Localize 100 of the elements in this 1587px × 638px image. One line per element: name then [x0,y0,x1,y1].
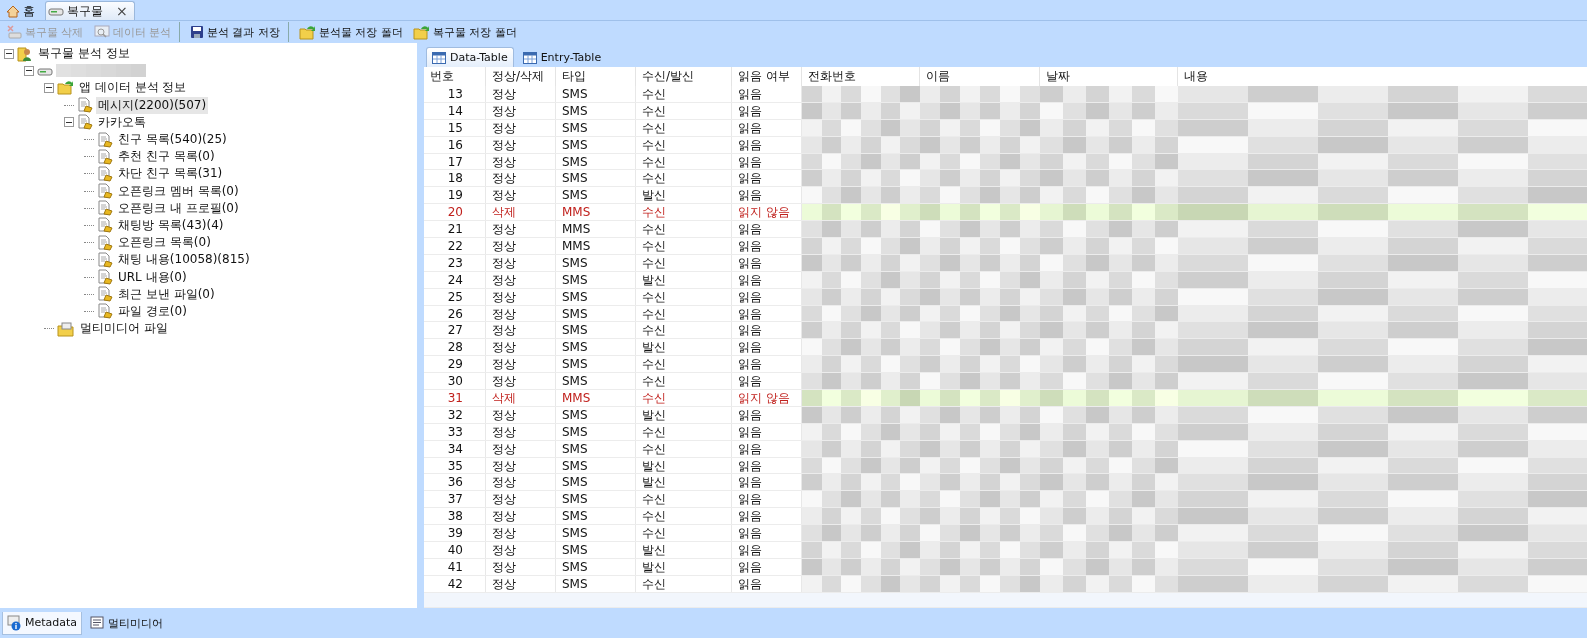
table-tab[interactable]: Entry-Table [517,48,607,67]
tree-item[interactable]: 오픈링크 멤버 목록(0) [116,182,241,200]
tree-item[interactable]: 멀티미디어 파일 [78,320,170,338]
tab-label: Data-Table [450,51,508,64]
table-cell: 수신 [636,491,732,508]
collapse-toggle[interactable] [44,82,54,93]
close-icon[interactable]: × [116,3,128,19]
info-icon [7,614,23,631]
column-header[interactable]: 정상/삭제 [486,67,556,86]
table-cell: 정상 [486,508,556,525]
table-cell: 정상 [486,542,556,558]
table-cell: SMS [556,339,636,356]
table-cell: 정상 [486,491,556,508]
document-icon [77,114,93,131]
table-cell: 수신 [636,119,732,136]
table-cell: 발신 [636,474,732,491]
table-cell: 수신 [636,136,732,153]
table-cell: SMS [556,271,636,288]
table-cell: SMS [556,558,636,575]
table-cell: 정상 [486,187,556,204]
table-cell: 18 [424,170,486,187]
table-cell: 수신 [636,373,732,390]
table-cell: 수신 [636,322,732,339]
table-cell: 38 [424,508,486,525]
table-cell: 28 [424,339,486,356]
table-cell: 수신 [636,204,732,221]
table-cell: 정상 [486,356,556,373]
column-header[interactable]: 수신/발신 [636,67,732,86]
document-tab[interactable]: 복구물 × [45,1,135,20]
table-cell: SMS [556,508,636,525]
tree-item[interactable]: 최근 보낸 파일(0) [116,285,217,303]
table-cell: 정상 [486,136,556,153]
toolbar-button[interactable]: 복구물 저장 폴더 [409,22,521,42]
tree-item[interactable]: 카카오톡 [96,113,148,131]
panel-tab[interactable]: Metadata [2,611,83,635]
table-cell: 정상 [486,406,556,423]
table-cell: 발신 [636,271,732,288]
table-cell: 39 [424,525,486,542]
table-tab[interactable]: Data-Table [426,47,514,67]
toolbar-button[interactable]: 분석 결과 저장 [186,22,289,42]
tree-item[interactable]: 채팅 내용(10058)(815) [116,251,252,269]
table-icon [432,51,446,64]
table-cell: SMS [556,373,636,390]
table-cell: SMS [556,170,636,187]
document-icon [97,183,113,200]
column-header[interactable]: 읽음 여부 [732,67,802,86]
table-cell: 정상 [486,288,556,305]
tree-item[interactable]: 앱 데이터 분석 정보 [77,79,189,97]
delete-icon [6,25,22,39]
house-icon [6,4,20,18]
table-cell: SMS [556,491,636,508]
table-cell: 수신 [636,508,732,525]
column-header[interactable]: 번호 [424,67,486,86]
table-cell: 정상 [486,373,556,390]
table-cell: 정상 [486,558,556,575]
column-header[interactable]: 타입 [556,67,636,86]
table-cell: 삭제 [486,390,556,406]
table-cell: 정상 [486,322,556,339]
collapse-toggle[interactable] [4,48,14,59]
table-cell: 수신 [636,423,732,440]
panel-tab[interactable]: 멀티미디어 [86,612,168,634]
table-cell: 22 [424,238,486,254]
document-icon [97,217,113,234]
table-cell: 정상 [486,119,556,136]
document-tab[interactable]: 홈 [4,2,41,20]
table-cell: SMS [556,305,636,322]
table-cell: 정상 [486,305,556,322]
tree-item[interactable]: 추천 친구 목록(0) [116,148,217,166]
tree-item[interactable]: 메시지(2200)(507) [96,96,209,114]
tree-item[interactable]: 오픈링크 내 프로필(0) [116,199,241,217]
table-cell: SMS [556,423,636,440]
table-cell: 삭제 [486,204,556,221]
table-cell: 수신 [636,356,732,373]
table-cell: SMS [556,474,636,491]
table-cell: 수신 [636,238,732,254]
table-cell: 수신 [636,390,732,406]
document-icon [97,234,113,251]
table-cell: 36 [424,474,486,491]
tree-item[interactable]: 오픈링크 목록(0) [116,234,213,252]
tree-item[interactable]: 복구물 분석 정보 [36,45,132,63]
tree-item[interactable]: 차단 친구 목록(31) [116,165,225,183]
tree-item[interactable]: 친구 목록(540)(25) [116,131,229,149]
tree-item[interactable]: 파일 경로(0) [116,302,189,320]
table-cell: SMS [556,288,636,305]
table-cell: 24 [424,271,486,288]
table-cell: 13 [424,86,486,102]
tree-item[interactable]: 채팅방 목록(43)(4) [116,216,226,234]
document-icon [77,97,93,114]
toolbar-button[interactable]: 분석물 저장 폴더 [295,22,407,42]
table-cell: 41 [424,558,486,575]
tree-item[interactable]: URL 내용(0) [116,268,189,286]
table-cell: 수신 [636,102,732,119]
table-cell: 수신 [636,86,732,102]
table-cell: 정상 [486,170,556,187]
table-cell: 정상 [486,238,556,254]
table-cell: 26 [424,305,486,322]
document-icon [97,251,113,268]
table-cell: SMS [556,406,636,423]
collapse-toggle[interactable] [64,117,74,128]
collapse-toggle[interactable] [24,65,34,76]
